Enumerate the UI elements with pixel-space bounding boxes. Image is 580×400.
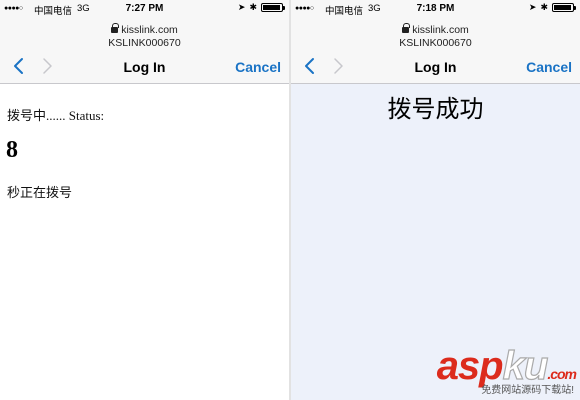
- status-icons: ➤ ✱: [528, 2, 576, 13]
- browser-nav-bar: kisslink.com KSLINK000670 Log In Cancel: [291, 18, 580, 84]
- countdown-number: 8: [6, 137, 18, 163]
- url-line[interactable]: kisslink.com: [291, 23, 580, 36]
- cancel-button[interactable]: Cancel: [235, 59, 281, 75]
- status-icons: ➤ ✱: [237, 2, 285, 13]
- cancel-button[interactable]: Cancel: [526, 59, 572, 75]
- watermark-brand-suffix: .com: [547, 366, 577, 382]
- battery-icon: [552, 3, 576, 12]
- certificate-name: KSLINK000670: [108, 37, 181, 49]
- url-domain: kisslink.com: [412, 24, 469, 36]
- battery-icon: [261, 3, 285, 12]
- status-bar: ●●●●○ 中国电信 3G 7:18 PM ➤ ✱: [291, 0, 580, 18]
- location-arrow-icon: ➤: [528, 2, 537, 12]
- bluetooth-icon: ✱: [540, 2, 548, 12]
- site-watermark: aspku.com 免费网站源码下载站!: [437, 345, 577, 396]
- phone-screen-right: ●●●●○ 中国电信 3G 7:18 PM ➤ ✱ kisslink.com K…: [291, 0, 580, 400]
- dial-success-message: 拨号成功: [387, 96, 484, 123]
- chevron-left-icon[interactable]: [303, 56, 317, 76]
- lock-icon: [402, 23, 411, 34]
- web-page-content: 拨号中...... Status: 8 秒正在拨号: [0, 85, 289, 400]
- status-bar: ●●●●○ 中国电信 3G 7:27 PM ➤ ✱: [0, 0, 289, 18]
- bluetooth-icon: ✱: [249, 2, 257, 12]
- chevron-right-icon[interactable]: [331, 56, 345, 76]
- location-arrow-icon: ➤: [237, 2, 246, 12]
- phone-screen-left: ●●●●○ 中国电信 3G 7:27 PM ➤ ✱ kisslink.com K…: [0, 0, 289, 400]
- chevron-left-icon[interactable]: [12, 56, 26, 76]
- battery-fill: [554, 5, 572, 10]
- dialing-status-line: 拨号中...... Status:: [7, 108, 105, 123]
- certificate-name: KSLINK000670: [399, 37, 472, 49]
- url-line[interactable]: kisslink.com: [0, 23, 289, 36]
- dialing-message: 秒正在拨号: [7, 185, 73, 200]
- lock-icon: [111, 23, 120, 34]
- url-domain: kisslink.com: [121, 24, 178, 36]
- watermark-tagline: 免费网站源码下载站!: [481, 385, 574, 396]
- battery-fill: [263, 5, 281, 10]
- browser-nav-bar: kisslink.com KSLINK000670 Log In Cancel: [0, 18, 289, 84]
- chevron-right-icon[interactable]: [40, 56, 54, 76]
